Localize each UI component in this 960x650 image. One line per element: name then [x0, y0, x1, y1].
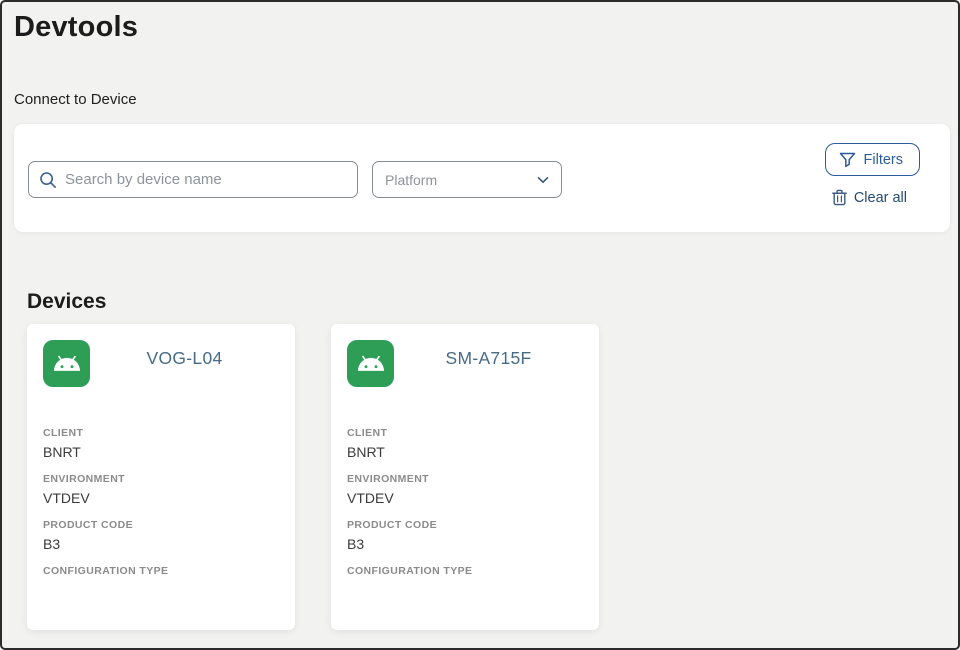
field-label: CLIENT	[43, 427, 279, 439]
field-product-code: PRODUCT CODE B3	[347, 519, 583, 552]
platform-select-value: Platform	[385, 172, 437, 188]
field-label: CONFIGURATION TYPE	[43, 565, 279, 577]
field-label: ENVIRONMENT	[347, 473, 583, 485]
field-value	[347, 582, 583, 598]
field-value: VTDEV	[347, 490, 583, 506]
field-label: PRODUCT CODE	[43, 519, 279, 531]
field-environment: ENVIRONMENT VTDEV	[347, 473, 583, 506]
field-label: CLIENT	[347, 427, 583, 439]
chevron-down-icon	[537, 176, 549, 184]
field-value	[43, 582, 279, 598]
filter-actions: Filters Clear all	[825, 143, 920, 206]
platform-select[interactable]: Platform	[372, 161, 562, 198]
clear-all-button[interactable]: Clear all	[832, 189, 907, 206]
device-name: VOG-L04	[90, 348, 279, 369]
field-value: B3	[43, 536, 279, 552]
device-card[interactable]: SM-A715F CLIENT BNRT ENVIRONMENT VTDEV P…	[331, 324, 599, 630]
field-value: BNRT	[43, 444, 279, 460]
device-name: SM-A715F	[394, 348, 583, 369]
field-product-code: PRODUCT CODE B3	[43, 519, 279, 552]
field-environment: ENVIRONMENT VTDEV	[43, 473, 279, 506]
field-value: B3	[347, 536, 583, 552]
trash-icon	[832, 189, 847, 206]
device-card-header: SM-A715F	[347, 340, 583, 387]
page-title: Devtools	[14, 11, 138, 44]
search-icon	[39, 171, 57, 189]
field-label: CONFIGURATION TYPE	[347, 565, 583, 577]
field-configuration-type: CONFIGURATION TYPE	[43, 565, 279, 598]
devtools-window: Devtools Connect to Device Platform Filt…	[0, 0, 960, 650]
device-fields: CLIENT BNRT ENVIRONMENT VTDEV PRODUCT CO…	[43, 427, 279, 598]
field-configuration-type: CONFIGURATION TYPE	[347, 565, 583, 598]
device-card[interactable]: VOG-L04 CLIENT BNRT ENVIRONMENT VTDEV PR…	[27, 324, 295, 630]
devices-heading: Devices	[27, 290, 106, 314]
filter-panel: Platform Filters Clear all	[14, 124, 950, 232]
field-value: BNRT	[347, 444, 583, 460]
android-icon	[347, 340, 394, 387]
filter-funnel-icon	[839, 152, 856, 168]
search-input-wrapper	[28, 161, 358, 198]
field-client: CLIENT BNRT	[43, 427, 279, 460]
section-label: Connect to Device	[14, 91, 137, 108]
clear-all-label: Clear all	[854, 190, 907, 206]
devices-list: VOG-L04 CLIENT BNRT ENVIRONMENT VTDEV PR…	[27, 324, 599, 630]
field-label: PRODUCT CODE	[347, 519, 583, 531]
search-input[interactable]	[65, 171, 347, 188]
field-label: ENVIRONMENT	[43, 473, 279, 485]
device-fields: CLIENT BNRT ENVIRONMENT VTDEV PRODUCT CO…	[347, 427, 583, 598]
field-value: VTDEV	[43, 490, 279, 506]
filters-button[interactable]: Filters	[825, 143, 920, 176]
device-card-header: VOG-L04	[43, 340, 279, 387]
field-client: CLIENT BNRT	[347, 427, 583, 460]
android-icon	[43, 340, 90, 387]
filters-button-label: Filters	[864, 152, 903, 168]
